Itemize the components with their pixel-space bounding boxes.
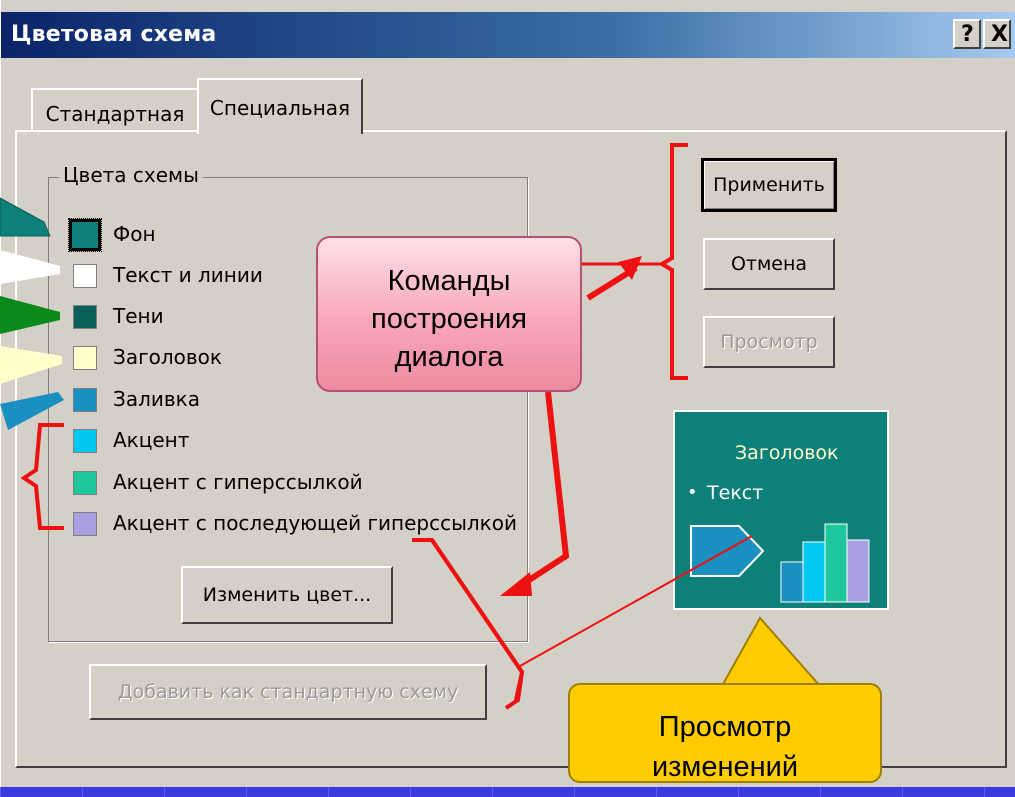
view-changes-callout: Просмотр изменений — [568, 683, 882, 783]
tab-custom[interactable]: Специальная — [197, 78, 363, 134]
yellow-callout-pointer — [720, 616, 823, 687]
yellow-callout-tail — [720, 616, 823, 687]
callout-line: изменений — [651, 751, 799, 783]
callout-line: Просмотр — [658, 711, 792, 743]
